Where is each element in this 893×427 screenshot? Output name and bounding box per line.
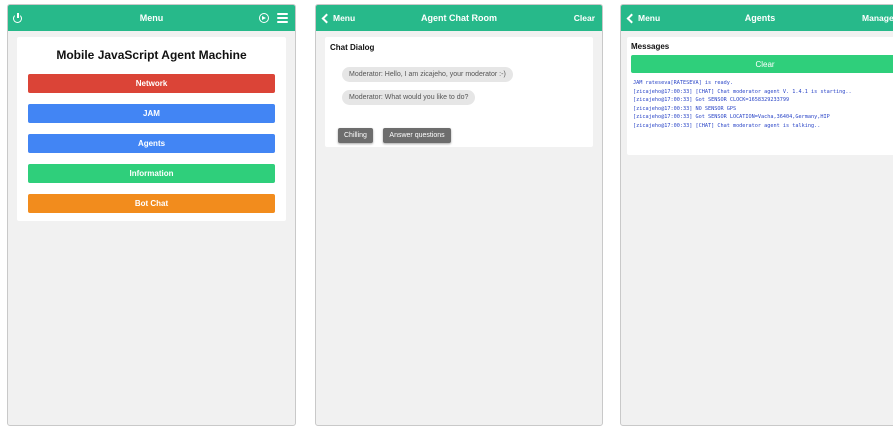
log-line: JAM rateseva[RATESEVA] is ready. xyxy=(633,80,733,86)
answer-questions-option-button[interactable]: Answer questions xyxy=(383,128,451,143)
chat-dialog-title: Chat Dialog xyxy=(330,43,375,52)
chat-clear-button[interactable]: Clear xyxy=(574,5,595,31)
circle-arrow-icon[interactable] xyxy=(259,13,269,23)
menu-header: Menu xyxy=(8,5,295,31)
agents-header-title: Agents xyxy=(744,13,776,23)
jam-button[interactable]: JAM xyxy=(28,104,275,123)
chat-dialog-card: Chat Dialog Moderator: Hello, I am zicaj… xyxy=(325,37,593,147)
chevron-left-icon xyxy=(626,13,637,23)
chat-message: Moderator: What would you like to do? xyxy=(342,90,476,105)
chat-back-button[interactable]: Menu xyxy=(321,5,355,31)
messages-clear-button[interactable]: Clear xyxy=(631,55,893,73)
chat-header: Menu Agent Chat Room Clear xyxy=(316,5,602,31)
menu-panel: Menu Mobile JavaScript Agent Machine Net… xyxy=(7,4,296,426)
bot-chat-button[interactable]: Bot Chat xyxy=(28,194,275,213)
power-icon xyxy=(13,13,23,23)
agents-back-label: Menu xyxy=(638,13,661,23)
log-line: [zicajeho@17:00:33] [CHAT] Chat moderato… xyxy=(633,88,852,95)
chat-header-title: Agent Chat Room xyxy=(421,13,497,23)
log-line: [zicajeho@17:00:33] NO SENSOR GPS xyxy=(633,105,737,112)
chat-back-label: Menu xyxy=(333,13,356,23)
agents-header: Menu Agents Manager xyxy=(621,5,893,31)
power-button[interactable] xyxy=(13,5,23,31)
messages-title: Messages xyxy=(631,42,670,51)
network-button[interactable]: Network xyxy=(28,74,275,93)
agents-button[interactable]: Agents xyxy=(28,134,275,153)
hamburger-icon[interactable] xyxy=(277,13,288,23)
chat-panel: Menu Agent Chat Room Clear Chat Dialog M… xyxy=(315,4,603,426)
messages-card: Messages Clear JAM rateseva[RATESEVA] is… xyxy=(627,37,893,155)
menu-header-title: Menu xyxy=(139,13,164,23)
log-line: [zicajeho@17:00:33] [CHAT] Chat moderato… xyxy=(633,122,821,129)
log-line: [zicajeho@17:00:33] Got SENSOR LOCATION=… xyxy=(633,114,830,120)
app-title: Mobile JavaScript Agent Machine xyxy=(56,48,247,62)
agents-back-button[interactable]: Menu xyxy=(626,5,660,31)
agents-panel: Menu Agents Manager Messages Clear JAM r… xyxy=(620,4,893,426)
chevron-left-icon xyxy=(321,13,332,23)
chilling-option-button[interactable]: Chilling xyxy=(338,128,373,143)
message-log: JAM rateseva[RATESEVA] is ready. [zicaje… xyxy=(633,79,893,130)
information-button[interactable]: Information xyxy=(28,164,275,183)
chat-message: Moderator: Hello, I am zicajeho, your mo… xyxy=(342,67,513,82)
menu-card: Mobile JavaScript Agent Machine Network … xyxy=(17,37,286,221)
log-line: [zicajeho@17:00:33] Got SENSOR CLOCK=165… xyxy=(633,97,790,103)
manager-button[interactable]: Manager xyxy=(862,5,893,31)
